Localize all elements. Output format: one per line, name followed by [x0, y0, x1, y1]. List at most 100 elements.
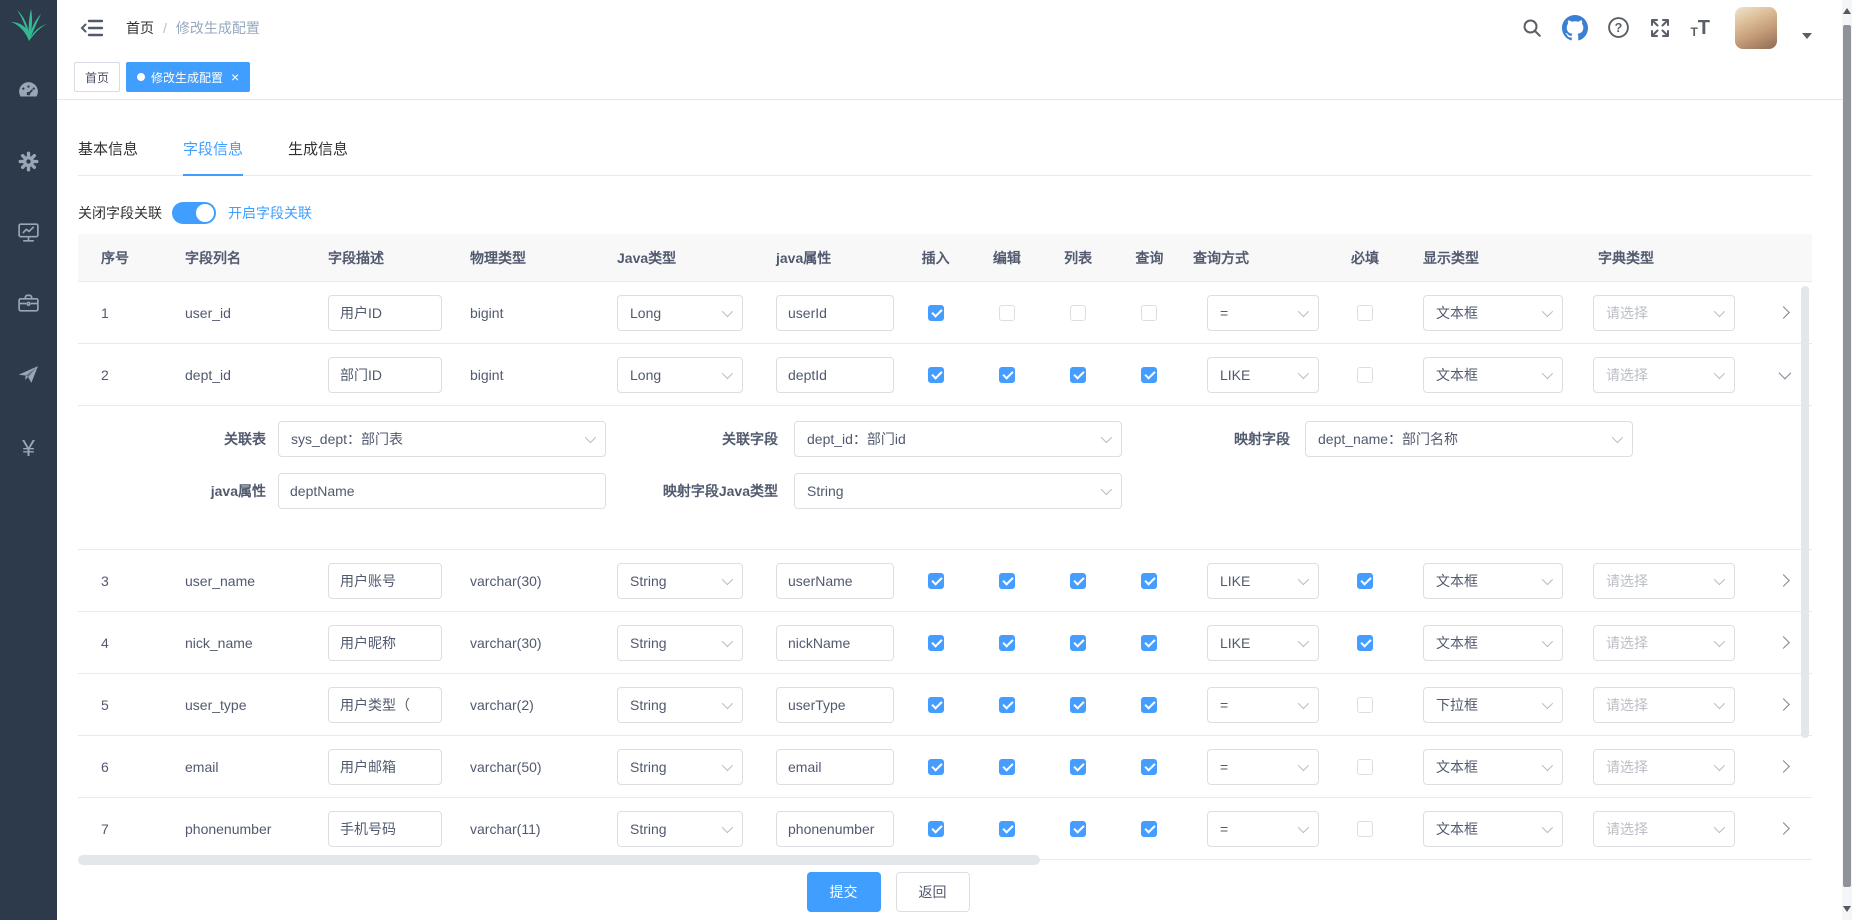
- query-type-select-row6[interactable]: =: [1207, 749, 1319, 785]
- java-field-input-row2[interactable]: [776, 357, 894, 393]
- tab-3[interactable]: 生成信息: [288, 138, 348, 175]
- sidebar-item-4[interactable]: [4, 281, 54, 331]
- java-type-select-row2[interactable]: Long: [617, 357, 743, 393]
- required-checkbox-row7[interactable]: [1357, 821, 1373, 837]
- back-button[interactable]: 返回: [896, 872, 970, 912]
- query-checkbox-row2[interactable]: [1141, 367, 1157, 383]
- required-checkbox-row4[interactable]: [1357, 635, 1373, 651]
- insert-checkbox-row4[interactable]: [928, 635, 944, 651]
- java-type-select-row5[interactable]: String: [617, 687, 743, 723]
- tab-1[interactable]: 基本信息: [78, 138, 138, 175]
- row-expand-toggle-row6[interactable]: [1777, 760, 1790, 773]
- search-icon[interactable]: [1521, 13, 1543, 43]
- java-field-input-row3[interactable]: [776, 563, 894, 599]
- java-type-select-row7[interactable]: String: [617, 811, 743, 847]
- insert-checkbox-row6[interactable]: [928, 759, 944, 775]
- tab-tag-1[interactable]: 首页: [74, 62, 120, 92]
- dict-type-select-row1[interactable]: 请选择: [1593, 295, 1735, 331]
- list-checkbox-row3[interactable]: [1070, 573, 1086, 589]
- list-checkbox-row2[interactable]: [1070, 367, 1086, 383]
- query-checkbox-row7[interactable]: [1141, 821, 1157, 837]
- edit-checkbox-row6[interactable]: [999, 759, 1015, 775]
- scrollbar-thumb[interactable]: [1843, 25, 1851, 887]
- dict-type-select-row6[interactable]: 请选择: [1593, 749, 1735, 785]
- list-checkbox-row5[interactable]: [1070, 697, 1086, 713]
- font-size-icon[interactable]: TT: [1690, 13, 1710, 43]
- table-vertical-scrollbar-thumb[interactable]: [1801, 286, 1809, 738]
- column-desc-input-row3[interactable]: [328, 563, 442, 599]
- display-type-select-row1[interactable]: 文本框: [1423, 295, 1563, 331]
- edit-checkbox-row3[interactable]: [999, 573, 1015, 589]
- column-desc-input-row5[interactable]: [328, 687, 442, 723]
- tag-close-icon[interactable]: ×: [231, 70, 239, 84]
- query-type-select-row3[interactable]: LIKE: [1207, 563, 1319, 599]
- edit-checkbox-row2[interactable]: [999, 367, 1015, 383]
- user-avatar[interactable]: [1735, 7, 1777, 49]
- row-expand-toggle-row7[interactable]: [1777, 822, 1790, 835]
- sidebar-item-1[interactable]: [4, 68, 54, 118]
- table-horizontal-scrollbar-thumb[interactable]: [78, 855, 1040, 865]
- insert-checkbox-row3[interactable]: [928, 573, 944, 589]
- sidebar-item-6[interactable]: ¥: [4, 423, 54, 473]
- mapped-java-type-select[interactable]: String: [794, 473, 1122, 509]
- java-field-input-row5[interactable]: [776, 687, 894, 723]
- user-menu-caret-icon[interactable]: [1802, 33, 1812, 39]
- collapse-menu-icon[interactable]: [72, 11, 112, 45]
- row-expand-toggle-row2[interactable]: [1779, 367, 1792, 380]
- java-field-input-row4[interactable]: [776, 625, 894, 661]
- edit-checkbox-row1[interactable]: [999, 305, 1015, 321]
- column-desc-input-row2[interactable]: [328, 357, 442, 393]
- mapped-field-select[interactable]: dept_name：部门名称: [1305, 421, 1633, 457]
- field-association-switch[interactable]: [172, 202, 216, 224]
- insert-checkbox-row1[interactable]: [928, 305, 944, 321]
- java-type-select-row1[interactable]: Long: [617, 295, 743, 331]
- required-checkbox-row2[interactable]: [1357, 367, 1373, 383]
- submit-button[interactable]: 提交: [807, 872, 881, 912]
- list-checkbox-row4[interactable]: [1070, 635, 1086, 651]
- edit-checkbox-row4[interactable]: [999, 635, 1015, 651]
- java-field-input-row6[interactable]: [776, 749, 894, 785]
- row-expand-toggle-row4[interactable]: [1777, 636, 1790, 649]
- column-desc-input-row1[interactable]: [328, 295, 442, 331]
- display-type-select-row2[interactable]: 文本框: [1423, 357, 1563, 393]
- display-type-select-row6[interactable]: 文本框: [1423, 749, 1563, 785]
- sidebar-item-5[interactable]: [4, 352, 54, 402]
- help-icon[interactable]: ?: [1607, 13, 1630, 43]
- dict-type-select-row3[interactable]: 请选择: [1593, 563, 1735, 599]
- display-type-select-row7[interactable]: 文本框: [1423, 811, 1563, 847]
- query-type-select-row2[interactable]: LIKE: [1207, 357, 1319, 393]
- scrollbar-down-arrow[interactable]: [1843, 906, 1851, 912]
- list-checkbox-row6[interactable]: [1070, 759, 1086, 775]
- query-checkbox-row1[interactable]: [1141, 305, 1157, 321]
- list-checkbox-row1[interactable]: [1070, 305, 1086, 321]
- dict-type-select-row4[interactable]: 请选择: [1593, 625, 1735, 661]
- scrollbar-up-arrow[interactable]: [1843, 8, 1851, 14]
- dict-type-select-row2[interactable]: 请选择: [1593, 357, 1735, 393]
- row-expand-toggle-row3[interactable]: [1777, 574, 1790, 587]
- java-type-select-row6[interactable]: String: [617, 749, 743, 785]
- display-type-select-row5[interactable]: 下拉框: [1423, 687, 1563, 723]
- related-table-select[interactable]: sys_dept：部门表: [278, 421, 606, 457]
- display-type-select-row3[interactable]: 文本框: [1423, 563, 1563, 599]
- query-type-select-row1[interactable]: =: [1207, 295, 1319, 331]
- column-desc-input-row7[interactable]: [328, 811, 442, 847]
- github-icon[interactable]: [1562, 13, 1588, 43]
- row-expand-toggle-row5[interactable]: [1777, 698, 1790, 711]
- app-logo[interactable]: [0, 0, 57, 55]
- required-checkbox-row6[interactable]: [1357, 759, 1373, 775]
- dict-type-select-row5[interactable]: 请选择: [1593, 687, 1735, 723]
- query-checkbox-row6[interactable]: [1141, 759, 1157, 775]
- required-checkbox-row3[interactable]: [1357, 573, 1373, 589]
- sidebar-item-3[interactable]: [4, 210, 54, 260]
- column-desc-input-row4[interactable]: [328, 625, 442, 661]
- display-type-select-row4[interactable]: 文本框: [1423, 625, 1563, 661]
- query-type-select-row7[interactable]: =: [1207, 811, 1319, 847]
- java-field-input-row1[interactable]: [776, 295, 894, 331]
- java-field-input-row7[interactable]: [776, 811, 894, 847]
- query-type-select-row5[interactable]: =: [1207, 687, 1319, 723]
- fullscreen-icon[interactable]: [1649, 13, 1671, 43]
- breadcrumb-home[interactable]: 首页: [126, 18, 154, 38]
- insert-checkbox-row7[interactable]: [928, 821, 944, 837]
- required-checkbox-row5[interactable]: [1357, 697, 1373, 713]
- sidebar-item-2[interactable]: [4, 139, 54, 189]
